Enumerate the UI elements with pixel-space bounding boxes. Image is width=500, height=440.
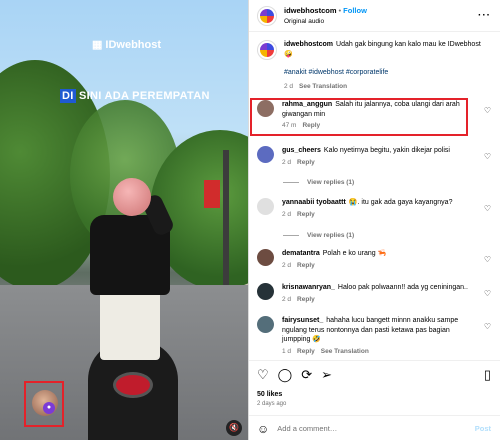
street-sign bbox=[204, 180, 220, 208]
commenter-username[interactable]: krisnawanryan_ bbox=[282, 284, 335, 291]
comment-time: 2 d bbox=[282, 295, 292, 303]
comment-text: 😭. itu gak ada gaya kayangnya? bbox=[348, 199, 453, 206]
person-legs bbox=[100, 290, 160, 360]
like-comment-heart-icon[interactable]: ♡ bbox=[484, 289, 491, 298]
commenter-avatar[interactable] bbox=[257, 146, 274, 163]
audio-link[interactable]: Original audio bbox=[284, 16, 367, 27]
helmet bbox=[113, 178, 151, 216]
comment-time: 2 d bbox=[282, 158, 292, 166]
follow-button[interactable]: Follow bbox=[343, 6, 367, 15]
post-side-panel: idwebhostcom • Follow Original audio ··· i… bbox=[248, 0, 500, 440]
scooter-light bbox=[113, 372, 153, 398]
tag-person-icon[interactable]: ● bbox=[43, 402, 55, 414]
comment-item: gus_cheers Kalo nyetirnya begitu, yakin d… bbox=[257, 146, 493, 167]
like-comment-heart-icon[interactable]: ♡ bbox=[484, 255, 491, 264]
like-comment-heart-icon[interactable]: ♡ bbox=[484, 204, 491, 213]
post-age: 2 days ago bbox=[257, 401, 287, 407]
author-avatar[interactable] bbox=[257, 5, 277, 26]
reply-button[interactable]: Reply bbox=[297, 159, 315, 166]
watermark-text: IDwebhost bbox=[105, 38, 162, 51]
video-caption: DI SINI ADA PEREMPATAN bbox=[60, 89, 210, 103]
comment-text: Polah e ko urang 🦐 bbox=[322, 250, 387, 257]
bookmark-icon[interactable]: ▯ bbox=[484, 367, 491, 383]
view-replies-button[interactable]: View replies (1) bbox=[283, 232, 354, 239]
comment-bubble-icon[interactable]: ◯ bbox=[278, 367, 293, 383]
like-heart-icon[interactable]: ♡ bbox=[257, 367, 269, 383]
post-actions: ♡ ◯ ⟳ ➢ ▯ 50 likes 2 days ago ☺ Add a co… bbox=[249, 360, 500, 440]
commenter-avatar[interactable] bbox=[257, 249, 274, 266]
like-comment-heart-icon[interactable]: ♡ bbox=[484, 152, 491, 161]
see-translation-link[interactable]: See Translation bbox=[321, 348, 369, 355]
share-arrows-icon[interactable]: ⟳ bbox=[301, 367, 312, 383]
add-comment-bar: ☺ Add a comment… Post bbox=[249, 415, 500, 440]
view-replies-button[interactable]: View replies (1) bbox=[283, 179, 354, 186]
like-comment-heart-icon[interactable]: ♡ bbox=[484, 322, 491, 331]
emoji-icon[interactable]: ☺ bbox=[257, 422, 269, 436]
caption-highlight: DI bbox=[60, 89, 76, 103]
comment-time: 2 d bbox=[282, 261, 292, 269]
commenter-avatar[interactable] bbox=[257, 316, 274, 333]
likes-count[interactable]: 50 likes bbox=[257, 391, 282, 398]
caption-text: SINI ADA PEREMPATAN bbox=[75, 90, 210, 102]
more-options-icon[interactable]: ··· bbox=[478, 10, 491, 21]
view-replies-label: View replies (1) bbox=[307, 179, 355, 186]
see-translation-link[interactable]: See Translation bbox=[299, 83, 347, 90]
author-username[interactable]: idwebhostcom bbox=[284, 6, 337, 15]
reply-button[interactable]: Reply bbox=[297, 262, 315, 269]
caption-emoji: 🤪 bbox=[284, 51, 293, 58]
commenter-avatar[interactable] bbox=[257, 198, 274, 215]
add-comment-input[interactable]: Add a comment… bbox=[277, 424, 337, 433]
caption-author-avatar[interactable] bbox=[257, 40, 277, 60]
caption-hashtags[interactable]: #anakit #idwebhost #corporatelife bbox=[284, 68, 481, 78]
like-comment-heart-icon[interactable]: ♡ bbox=[484, 106, 491, 115]
reply-button[interactable]: Reply bbox=[297, 211, 315, 218]
send-paper-plane-icon[interactable]: ➢ bbox=[321, 367, 332, 383]
commenter-username[interactable]: fairysunset_ bbox=[282, 317, 323, 324]
separator-dot: • bbox=[338, 5, 342, 15]
comment-time: 2 d bbox=[282, 210, 292, 218]
commenter-avatar[interactable] bbox=[257, 283, 274, 300]
reply-button[interactable]: Reply bbox=[297, 296, 315, 303]
view-replies-label: View replies (1) bbox=[307, 232, 355, 239]
post-comment-button[interactable]: Post bbox=[475, 424, 491, 433]
mute-icon[interactable]: 🔇 bbox=[226, 420, 242, 436]
commenter-username[interactable]: dematantra bbox=[282, 250, 320, 257]
video-watermark: ▦ IDwebhost bbox=[92, 38, 162, 52]
comment-item: fairysunset_ hahaha lucu bangett minnn an… bbox=[257, 316, 493, 356]
post-header: idwebhostcom • Follow Original audio ··· bbox=[249, 0, 500, 32]
street-pole bbox=[223, 150, 229, 290]
caption-username[interactable]: idwebhostcom bbox=[284, 41, 333, 48]
highlight-box bbox=[250, 98, 468, 136]
commenter-username[interactable]: yannaabii tyobaattt bbox=[282, 199, 346, 206]
comment-item: yannaabii tyobaattt 😭. itu gak ada gaya k… bbox=[257, 198, 493, 219]
comment-item: krisnawanryan_ Haloo pak polwaann!! ada y… bbox=[257, 283, 493, 304]
caption-text: Udah gak bingung kan kalo mau ke IDwebho… bbox=[336, 41, 481, 48]
post-viewer: ▦ IDwebhost DI SINI ADA PEREMPATAN ● 🔇 i… bbox=[0, 0, 500, 440]
caption-time: 2 d bbox=[284, 83, 294, 90]
post-caption: idwebhostcom Udah gak bingung kan kalo ma… bbox=[257, 40, 487, 92]
reply-button[interactable]: Reply bbox=[297, 348, 315, 355]
comment-text: Haloo pak polwaann!! ada yg ceniningan.. bbox=[337, 284, 468, 291]
commenter-username[interactable]: gus_cheers bbox=[282, 147, 321, 154]
reel-video[interactable]: ▦ IDwebhost DI SINI ADA PEREMPATAN ● 🔇 bbox=[0, 0, 248, 440]
idwebhost-logo-icon: ▦ bbox=[92, 39, 103, 51]
comment-text: Kalo nyetirnya begitu, yakin dikejar pol… bbox=[323, 147, 450, 154]
comment-time: 1 d bbox=[282, 347, 292, 355]
comment-item: dematantra Polah e ko urang 🦐 2 d Reply ♡ bbox=[257, 249, 493, 270]
